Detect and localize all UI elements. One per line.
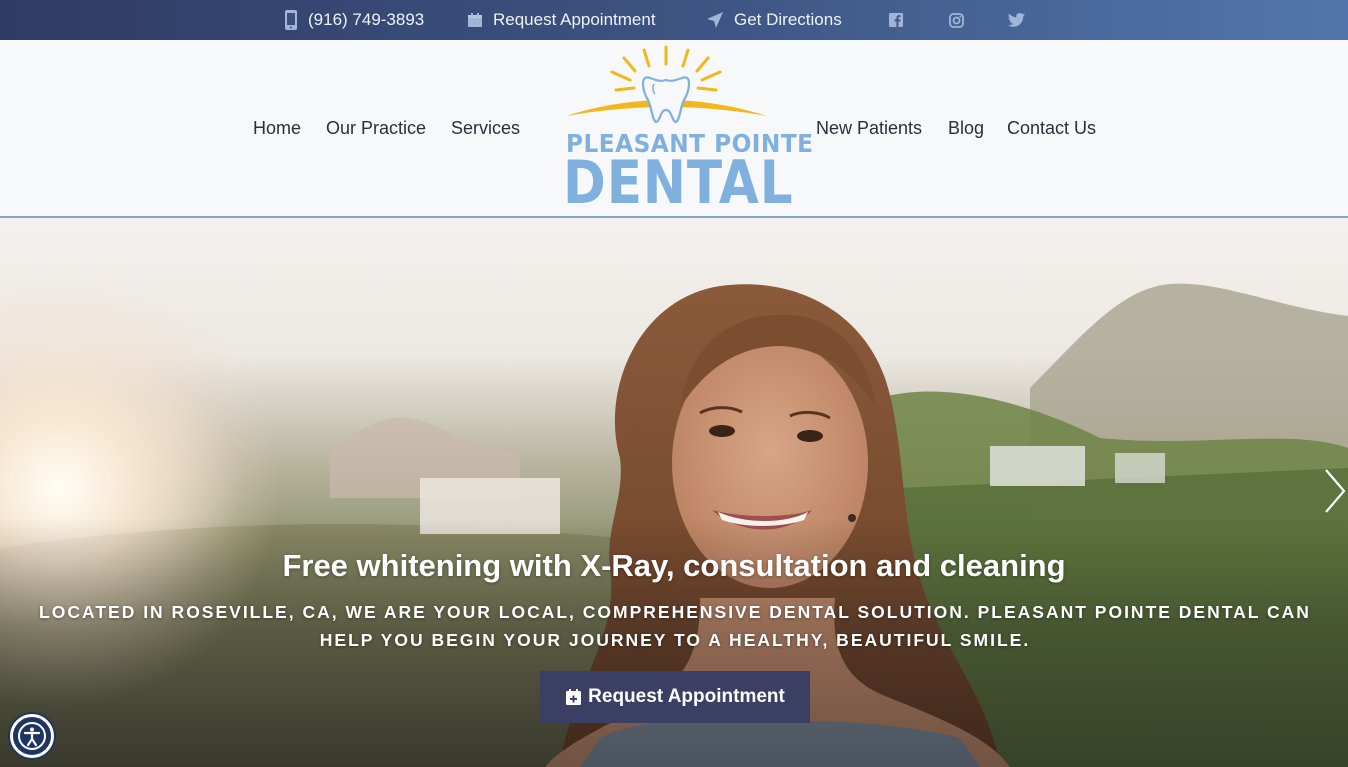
phone-icon [285,10,297,30]
accessibility-button[interactable] [10,714,54,758]
nav-new-patients[interactable]: New Patients [816,118,922,139]
request-appointment-link[interactable]: Request Appointment [467,0,656,40]
nav-our-practice[interactable]: Our Practice [326,118,426,139]
request-appointment-label: Request Appointment [493,10,656,29]
get-directions-label: Get Directions [734,10,842,29]
nav-blog[interactable]: Blog [948,118,984,139]
calendar-icon [468,13,482,27]
request-appointment-button-label: Request Appointment [588,686,785,707]
phone-number: (916) 749-3893 [308,10,425,29]
nav-contact-us[interactable]: Contact Us [1007,118,1096,139]
location-arrow-icon [707,12,723,28]
phone-link[interactable]: (916) 749-3893 [284,0,424,40]
nav-home[interactable]: Home [253,118,301,139]
top-bar: (916) 749-3893 Request Appointment Get D… [0,0,1348,40]
instagram-icon[interactable] [947,11,965,29]
hero-headline: Free whitening with X-Ray, consultation … [282,548,1066,583]
calendar-plus-icon [566,689,582,705]
logo-text-dental: DENTAL [563,148,794,218]
hero-subtext: Located in Roseville, CA, we are your lo… [39,602,1311,650]
get-directions-link[interactable]: Get Directions [706,0,842,40]
hero-slider: Free whitening with X-Ray, consultation … [0,218,1348,767]
site-logo[interactable]: PLEASANT POINTE DENTAL [560,44,813,216]
accessibility-icon [18,722,46,750]
site-header: Home Our Practice Services PLEASANT POIN… [0,40,1348,218]
twitter-icon[interactable] [1007,11,1025,29]
slider-next-arrow[interactable] [1320,466,1348,516]
tooth-sunrise-icon [566,45,767,124]
nav-services[interactable]: Services [451,118,520,139]
facebook-icon[interactable] [887,11,905,29]
chevron-right-icon [1325,469,1346,513]
request-appointment-button[interactable]: Request Appointment [540,671,810,723]
